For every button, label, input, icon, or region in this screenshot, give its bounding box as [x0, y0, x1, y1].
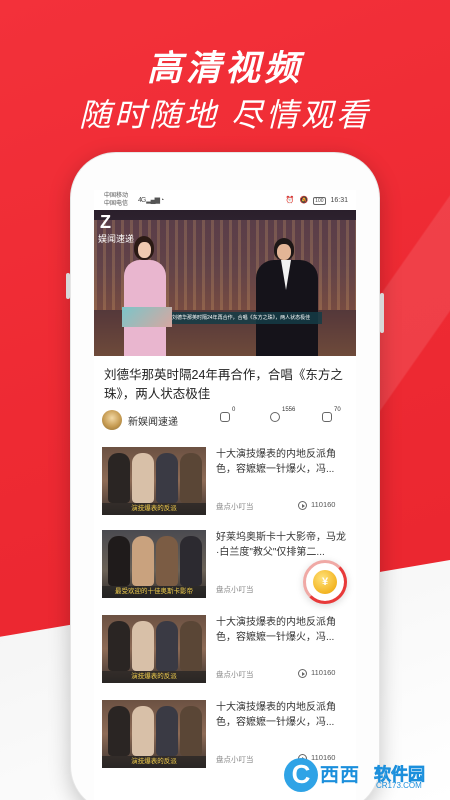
list-item-title: 好莱坞奥斯卡十大影帝，马龙·白兰度"教父"仅排第二...	[216, 532, 346, 558]
thumbnail-caption: 演技爆表的反派	[102, 503, 206, 515]
thumbs-up-icon	[322, 412, 332, 422]
mute-icon: 🔕	[299, 197, 309, 204]
channel-logo-icon: Z	[100, 212, 111, 232]
thumbnail-caption: 演技爆表的反派	[102, 756, 206, 768]
list-thumbnail: 最受欢迎的十佳奥斯卡影帝	[102, 530, 206, 598]
watermark-logo-icon: C	[284, 758, 318, 792]
watermark-url: CR173.COM	[376, 781, 422, 790]
play-count: 1556	[282, 407, 296, 413]
singer-male	[244, 230, 334, 356]
coin-icon: ¥	[313, 570, 337, 594]
promo-subheadline: 随时随地 尽情观看	[79, 97, 371, 133]
status-bar: 中国移动 中国电信 4G ▂▄▆ ◔ ⏰ 🔕 100 16:31	[94, 190, 356, 210]
carrier-label-2: 中国电信	[104, 201, 129, 207]
play-icon	[270, 412, 280, 422]
phone-side-button	[380, 293, 384, 333]
video-caption-thumbnail	[122, 307, 172, 327]
alarm-icon: ⏰	[285, 197, 295, 204]
list-item-title: 十大演技爆表的内地反派角色，容嬷嬷一针爆火，冯...	[216, 449, 336, 475]
phone-volume-button	[66, 273, 70, 299]
signal-icon: 4G ▂▄▆ ◔	[138, 197, 164, 204]
thumbnail-caption: 演技爆表的反派	[102, 671, 206, 683]
list-item[interactable]: 演技爆表的反派 十大演技爆表的内地反派角色，容嬷嬷一针爆火，冯... 盘点小叮当…	[102, 447, 348, 525]
list-item-source: 盘点小叮当	[216, 670, 254, 679]
list-item-title: 十大演技爆表的内地反派角色，容嬷嬷一针爆火，冯...	[216, 617, 336, 643]
watermark: C 西西 软件园 CR173.COM	[284, 756, 448, 796]
featured-meta: 新娱闻速递 0 1556 70	[102, 407, 352, 432]
comment-icon	[220, 412, 230, 422]
list-item-source: 盘点小叮当	[216, 585, 254, 594]
like-count: 70	[334, 407, 341, 413]
singer-female	[114, 230, 174, 356]
featured-video[interactable]: Z 娱闻速递 刘德华那英时隔24年再合作，合唱《东方之珠》，两人状态极佳	[94, 210, 356, 356]
status-right: ⏰ 🔕 100 16:31	[283, 196, 348, 205]
list-thumbnail: 演技爆表的反派	[102, 615, 206, 683]
view-count: 110160	[311, 668, 336, 677]
list-item-views: 110160	[298, 500, 335, 510]
network-label: 4G	[138, 197, 146, 204]
list-item[interactable]: 演技爆表的反派 十大演技爆表的内地反派角色，容嬷嬷一针爆火，冯... 盘点小叮当…	[102, 615, 348, 693]
view-count: 110160	[311, 500, 336, 509]
list-thumbnail: 演技爆表的反派	[102, 447, 206, 515]
list-thumbnail: 演技爆表的反派	[102, 700, 206, 768]
phone-screen: 中国移动 中国电信 4G ▂▄▆ ◔ ⏰ 🔕 100 16:31 Z 娱闻速递 …	[94, 190, 356, 800]
comment-count: 0	[232, 407, 236, 413]
promo-headline: 高清视频	[146, 49, 303, 88]
reward-coin-button[interactable]: ¥	[303, 560, 347, 604]
thumbnail-caption: 最受欢迎的十佳奥斯卡影帝	[102, 586, 206, 598]
like-stat[interactable]: 70	[322, 407, 341, 422]
play-icon	[298, 500, 307, 510]
source-name[interactable]: 新娱闻速递	[128, 413, 178, 428]
battery-icon: 100	[313, 197, 326, 205]
carrier-label-1: 中国移动	[104, 193, 129, 199]
featured-title[interactable]: 刘德华那英时隔24年再合作，合唱《东方之珠》，两人状态极佳	[104, 366, 348, 404]
list-item-title: 十大演技爆表的内地反派角色，容嬷嬷一针爆火，冯...	[216, 702, 336, 728]
comment-stat[interactable]: 0	[220, 407, 235, 422]
watermark-name: 西西	[320, 765, 361, 786]
play-stat: 1556	[270, 407, 295, 422]
video-caption-text: 刘德华那英时隔24年再合作，合唱《东方之珠》，两人状态极佳	[172, 315, 311, 321]
play-icon	[298, 668, 307, 678]
avatar[interactable]	[102, 410, 122, 430]
list-item-source: 盘点小叮当	[216, 502, 254, 511]
list-item-views: 110160	[298, 668, 335, 678]
clock-label: 16:31	[330, 197, 348, 204]
list-item-source: 盘点小叮当	[216, 755, 254, 764]
